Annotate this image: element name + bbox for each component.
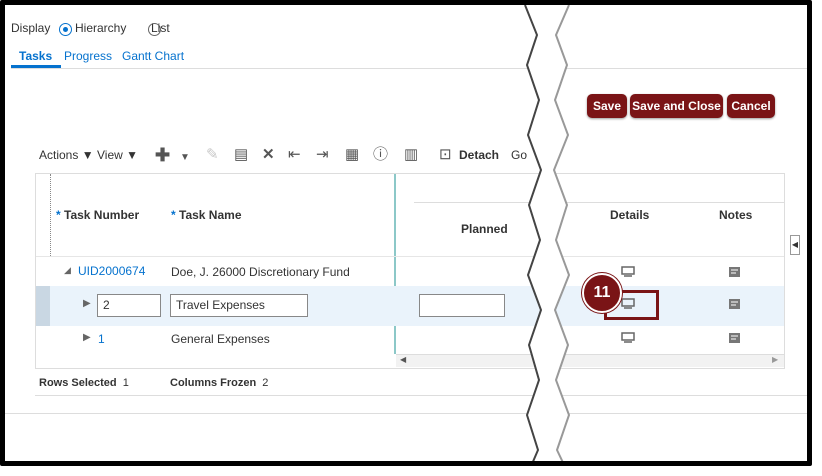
rows-selected-value: 1 [122,377,129,389]
task-number-header[interactable]: * Task Number [56,208,139,222]
chevron-down-icon: ▼ [126,148,139,162]
view-label: View [97,148,123,162]
tab-divider [11,68,807,69]
notes-header[interactable]: Notes [719,208,752,222]
list-label[interactable]: List [151,21,170,35]
table-row-selected[interactable]: ▶ 2 Travel Expenses [36,286,784,326]
outdent-icon[interactable]: ⇤ [288,147,301,163]
torn-edge-separator [524,5,571,461]
task-name-cell: Doe, J. 26000 Discretionary Fund [171,265,350,279]
scroll-left-icon[interactable]: ◀ [400,355,406,364]
planned-header[interactable]: Planned [461,222,508,236]
save-and-close-button[interactable]: Save and Close [630,94,723,118]
edit-icon: ✎ [206,146,219,163]
actions-menu[interactable]: Actions ▼ [39,148,94,162]
detach-button[interactable]: Detach [459,148,499,162]
detach-icon[interactable]: ⊡ [439,147,452,163]
task-name-header[interactable]: * Task Name [171,208,242,222]
collapse-triangle-icon[interactable]: ◢ [64,265,71,276]
delete-icon[interactable]: ✕ [262,147,275,163]
footer-divider [5,413,807,414]
details-header[interactable]: Details [610,208,649,222]
hierarchy-radio[interactable] [59,23,72,37]
actions-label: Actions [39,148,79,162]
notes-icon[interactable] [728,332,742,344]
tab-gantt-chart[interactable]: Gantt Chart [122,49,184,63]
columns-frozen-label: Columns Frozen [170,377,257,389]
save-button[interactable]: Save [587,94,627,118]
table-row[interactable]: ▶ 1 General Expenses [36,326,784,354]
notes-icon[interactable] [728,266,742,278]
status-divider [35,395,807,396]
required-marker: * [56,208,61,222]
details-icon[interactable] [621,332,635,344]
columns-frozen-status: Columns Frozen 2 [170,377,268,389]
rows-selected-status: Rows Selected 1 [39,377,129,389]
add-icon[interactable]: ✚ [155,146,170,164]
reorder-icon[interactable]: ▦ [345,147,359,163]
required-marker: * [171,208,176,222]
task-number-link[interactable]: 1 [98,332,105,346]
collapse-panel-handle[interactable]: ◀ [790,235,800,255]
scroll-right-icon[interactable]: ▶ [772,355,778,364]
expand-triangle-icon[interactable]: ▶ [83,332,91,343]
task-number-link[interactable]: UID2000674 [78,264,145,278]
rows-selected-label: Rows Selected [39,377,117,389]
tab-tasks[interactable]: Tasks [19,49,52,63]
freeze-icon[interactable]: ▥ [404,147,418,163]
horizontal-scrollbar[interactable]: ◀ ▶ [396,354,784,367]
chevron-down-icon: ▼ [81,148,94,162]
display-label: Display [11,21,51,35]
step-badge: 11 [582,273,622,313]
notes-icon[interactable] [728,298,742,310]
planned-field[interactable] [419,294,505,317]
table-row[interactable]: ◢ UID2000674 Doe, J. 26000 Discretionary… [36,256,784,286]
task-name-header-label: Task Name [179,208,242,222]
details-icon[interactable] [621,266,635,278]
view-menu[interactable]: View ▼ [97,148,138,162]
task-number-field[interactable]: 2 [97,294,161,317]
help-icon[interactable]: ⓘ [373,147,388,163]
task-name-cell: General Expenses [171,332,270,346]
row-selector[interactable] [36,286,50,326]
screenshot-frame: Display Hierarchy List Tasks Progress Ga… [0,0,812,466]
task-name-field[interactable]: Travel Expenses [170,294,308,317]
cancel-button[interactable]: Cancel [727,94,775,118]
columns-frozen-value: 2 [262,377,269,389]
header-group-divider [414,202,784,203]
expand-triangle-icon[interactable]: ▶ [83,298,91,309]
hierarchy-label[interactable]: Hierarchy [75,21,126,35]
row-header-column [36,174,51,256]
chevron-left-icon: ◀ [791,240,799,249]
task-number-header-label: Task Number [64,208,140,222]
duplicate-icon[interactable]: ▤ [234,147,248,163]
tasks-table: * Task Number * Task Name Planned Detail… [35,173,785,369]
indent-icon[interactable]: ⇥ [316,147,329,163]
tab-progress[interactable]: Progress [64,49,112,63]
add-dropdown-icon[interactable]: ▼ [180,150,190,166]
